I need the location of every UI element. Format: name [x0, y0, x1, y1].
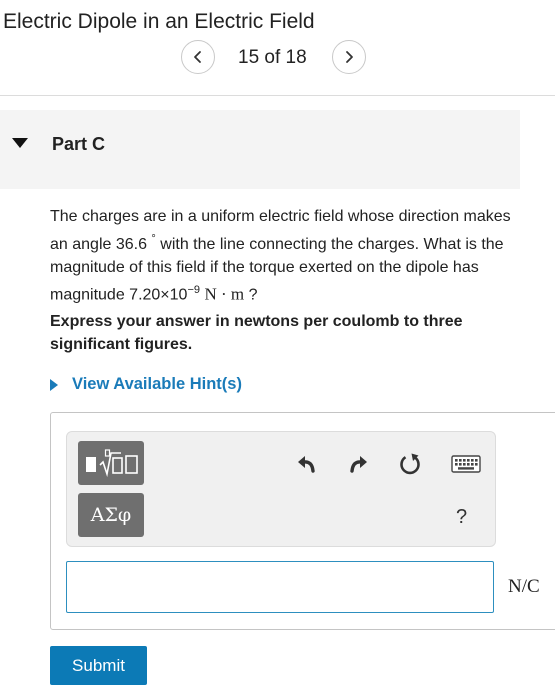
next-button[interactable]	[332, 40, 366, 74]
question-text-end: ?	[244, 286, 258, 304]
caret-right-icon	[50, 378, 58, 391]
greek-symbols-button[interactable]: ΑΣφ	[78, 493, 144, 537]
math-templates-button[interactable]	[78, 441, 144, 485]
redo-icon	[350, 456, 367, 473]
page-counter: 15 of 18	[238, 47, 307, 68]
reset-icon	[400, 453, 420, 475]
keyboard-icon	[451, 455, 481, 473]
answer-input[interactable]	[66, 561, 494, 613]
math-templates-icon	[86, 449, 138, 478]
help-button[interactable]: ?	[456, 506, 467, 529]
part-label: Part C	[52, 134, 106, 154]
chevron-left-icon	[194, 51, 201, 63]
chevron-right-icon	[346, 51, 353, 63]
question-text: The charges are in a uniform electric fi…	[50, 205, 530, 306]
undo-button[interactable]	[295, 452, 319, 476]
reset-button[interactable]	[397, 451, 423, 477]
part-c-header[interactable]: Part C	[0, 110, 520, 189]
math-toolbar: ΑΣφ ?	[66, 431, 496, 547]
hint-label: View Available Hint(s)	[72, 375, 242, 393]
caret-down-icon	[12, 138, 28, 148]
undo-icon	[298, 456, 315, 473]
torque-unit: N · m	[204, 284, 245, 304]
view-hints-link[interactable]: View Available Hint(s)	[50, 375, 242, 394]
question-exponent: −9	[187, 284, 200, 296]
previous-button[interactable]	[181, 40, 215, 74]
redo-button[interactable]	[346, 452, 370, 476]
answer-panel: ΑΣφ ? N/C	[50, 412, 555, 630]
answer-unit: N/C	[508, 576, 540, 597]
page-title: Electric Dipole in an Electric Field	[3, 10, 315, 33]
answer-instruction: Express your answer in newtons per coulo…	[50, 313, 463, 353]
submit-button[interactable]: Submit	[50, 646, 147, 685]
keyboard-button[interactable]	[450, 453, 482, 475]
header-divider	[0, 95, 555, 96]
